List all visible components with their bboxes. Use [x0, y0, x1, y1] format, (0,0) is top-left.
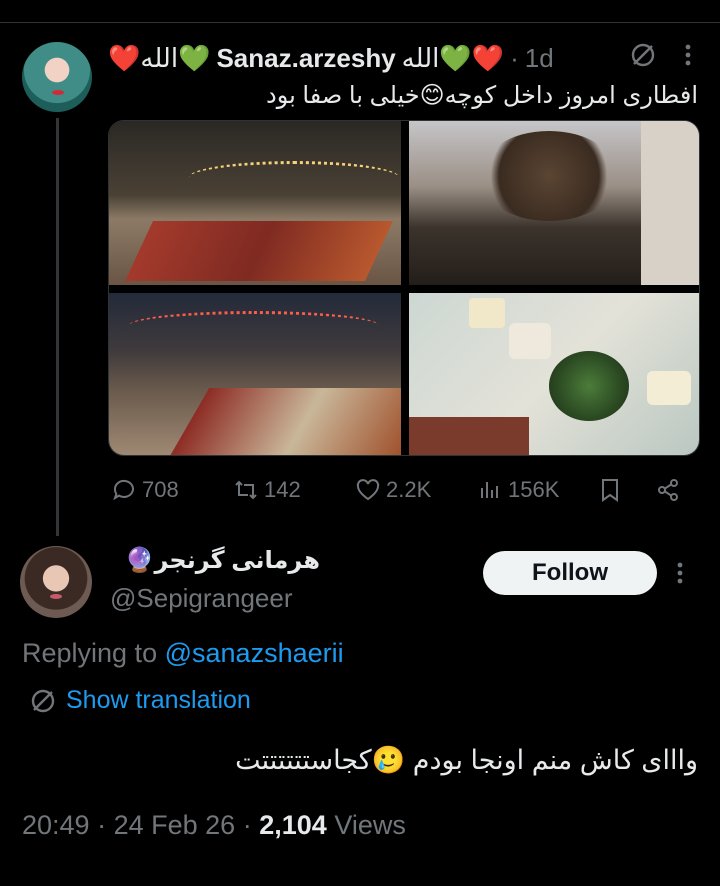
show-translation-link[interactable]: Show translation	[30, 686, 251, 715]
share-icon	[658, 479, 678, 501]
footer-separator: ·	[242, 810, 252, 840]
repost-count: 142	[264, 477, 301, 502]
street-rugs-photo[interactable]	[109, 121, 401, 285]
author-avatar[interactable]	[22, 42, 92, 112]
like-count: 2.2K	[386, 477, 432, 502]
repost-icon	[235, 480, 257, 500]
reply-author-handle[interactable]: @Sepigrangeer	[110, 583, 293, 614]
reply-time[interactable]: 20:49	[22, 810, 90, 840]
alley-tree-photo[interactable]	[409, 121, 699, 285]
thread-line	[56, 118, 59, 536]
translate-icon[interactable]	[630, 42, 656, 68]
top-divider	[0, 22, 720, 23]
views-button[interactable]: 156K	[476, 472, 559, 508]
reply-author-display-name[interactable]: هرمانی گرنجر🔮	[110, 545, 320, 577]
reply-date[interactable]: 24 Feb 26	[114, 810, 236, 840]
reply-metadata: 20:49 · 24 Feb 26 · 2,104 Views	[22, 810, 406, 841]
bookmark-button[interactable]	[596, 472, 624, 508]
repost-button[interactable]: 142	[232, 472, 301, 508]
tweet-text: افطاری امروز داخل کوچه😊خیلی با صفا بود	[266, 82, 698, 109]
views-count: 156K	[508, 477, 560, 502]
tweet-time-ago[interactable]: 1d	[525, 43, 554, 74]
lit-alley-photo[interactable]	[109, 293, 401, 455]
reply-author-avatar[interactable]	[20, 546, 92, 618]
like-button[interactable]: 2.2K	[354, 472, 431, 508]
footer-separator: ·	[97, 810, 107, 840]
replying-to-mention[interactable]: @sanazshaerii	[165, 638, 344, 668]
replying-to-line: Replying to @sanazshaerii	[22, 638, 344, 669]
tweet-action-bar: 708 142 2.2K 156K	[110, 472, 700, 508]
reply-more-options-icon[interactable]	[676, 560, 684, 586]
reply-views-count: 2,104	[259, 810, 327, 840]
reply-views-label: Views	[334, 810, 406, 840]
share-button[interactable]	[654, 472, 682, 508]
views-chart-icon	[481, 482, 498, 498]
translate-icon	[31, 689, 55, 712]
reply-text: وااای کاش منم اونجا بودم 🥲کجاستتتتتتت	[235, 745, 698, 775]
name-emoji-right: الله💚❤️	[401, 42, 505, 73]
show-translation-label: Show translation	[66, 686, 251, 714]
follow-button[interactable]: Follow	[483, 551, 657, 595]
heart-icon	[356, 479, 380, 501]
tweet-header: ❤️الله💚 Sanaz.arzeshy الله💚❤️ · 1d	[108, 40, 554, 76]
reply-icon	[113, 479, 134, 501]
tweet-top-icons	[630, 42, 692, 68]
reply-button[interactable]: 708	[110, 472, 179, 508]
bookmark-icon	[602, 479, 618, 502]
photo-grid	[108, 120, 700, 456]
more-options-icon[interactable]	[684, 42, 692, 68]
reply-count: 708	[142, 477, 179, 502]
header-separator: ·	[510, 42, 519, 73]
food-table-photo[interactable]	[409, 293, 699, 455]
author-display-name[interactable]: Sanaz.arzeshy	[216, 43, 395, 74]
name-emoji-left: ❤️الله💚	[108, 42, 211, 73]
replying-to-label: Replying to	[22, 638, 158, 668]
